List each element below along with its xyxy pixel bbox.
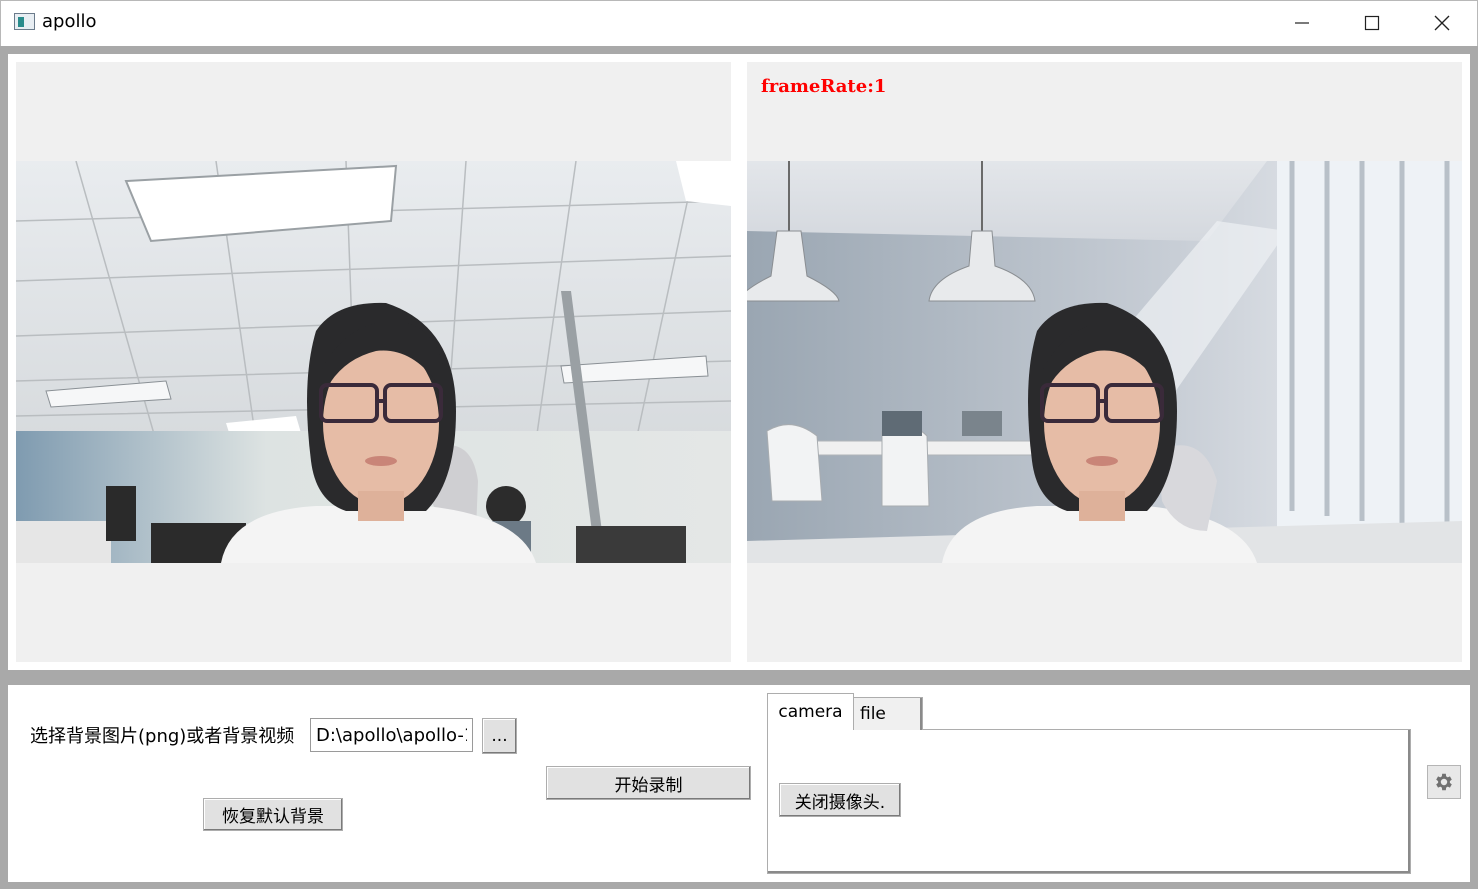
tab-file[interactable]: file <box>853 697 923 730</box>
app-window-icon <box>14 13 35 30</box>
close-button[interactable] <box>1407 0 1477 46</box>
result-feed-image <box>747 161 1462 563</box>
restore-default-background-button[interactable]: 恢复默认背景 <box>203 798 343 831</box>
background-path-input[interactable] <box>310 718 473 752</box>
title-bar[interactable] <box>0 0 1478 46</box>
close-camera-button[interactable]: 关闭摄像头. <box>779 783 901 817</box>
result-video-panel <box>747 62 1462 662</box>
minimize-button[interactable] <box>1267 0 1337 46</box>
maximize-icon <box>1364 15 1380 31</box>
tab-camera[interactable]: camera <box>767 693 854 730</box>
gear-icon <box>1436 773 1452 791</box>
minimize-icon <box>1295 22 1309 24</box>
camera-video-panel <box>16 62 731 662</box>
window-title: apollo <box>42 11 97 32</box>
maximize-button[interactable] <box>1337 0 1407 46</box>
browse-button[interactable]: ... <box>482 718 517 754</box>
close-icon <box>1434 15 1450 31</box>
start-recording-button[interactable]: 开始录制 <box>546 766 751 800</box>
frame-rate-overlay: frameRate:1 <box>761 76 887 97</box>
settings-button[interactable] <box>1427 765 1461 799</box>
background-select-label: 选择背景图片(png)或者背景视频 <box>30 726 295 747</box>
camera-feed-image <box>16 161 731 563</box>
